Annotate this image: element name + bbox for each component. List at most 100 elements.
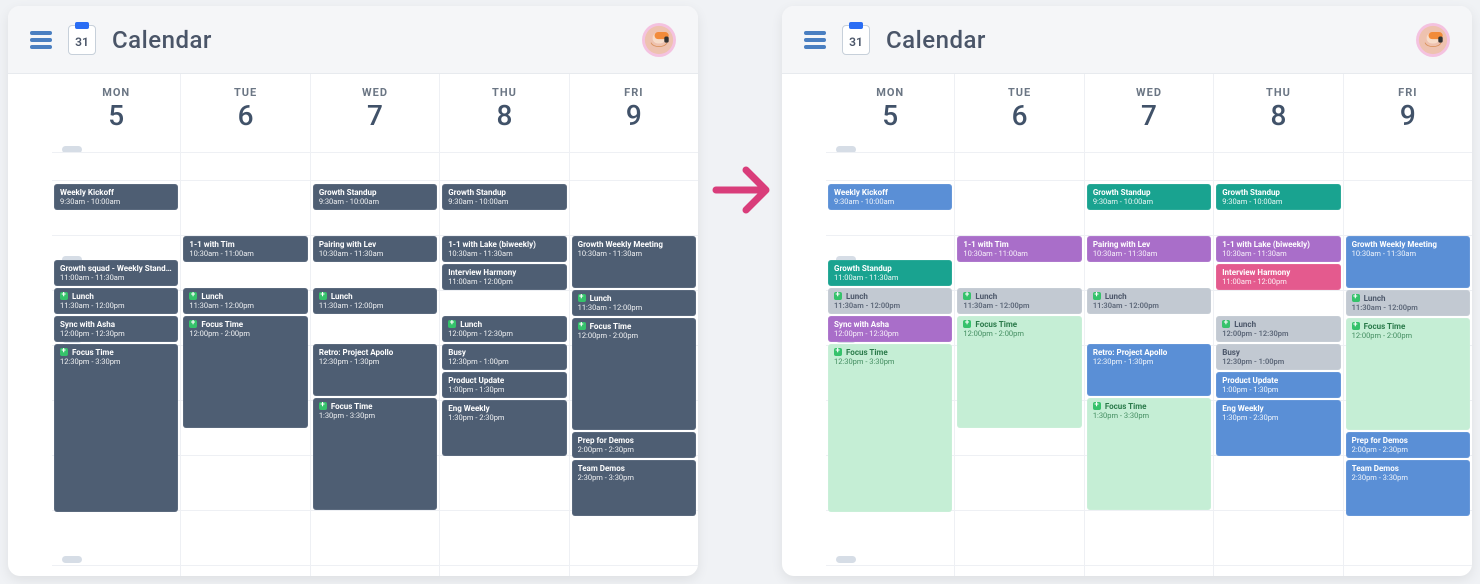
calendar-event[interactable]: 1-1 with Tim10:30am - 11:00am	[957, 236, 1081, 262]
event-title: Weekly Kickoff	[60, 188, 172, 198]
day-column[interactable]: 1-1 with Tim10:30am - 11:00am Lunch11:30a…	[955, 142, 1084, 576]
status-dot-icon	[189, 320, 197, 328]
calendar-event[interactable]: Lunch11:30am - 12:00pm	[1346, 290, 1470, 316]
calendar-event[interactable]: Lunch11:30am - 12:00pm	[54, 288, 178, 314]
calendar-event[interactable]: Growth Standup9:30am - 10:00am	[313, 184, 437, 210]
calendar-event[interactable]: Lunch11:30am - 12:00pm	[572, 290, 696, 316]
calendar-event[interactable]: Sync with Asha12:00pm - 12:30pm	[828, 316, 952, 342]
calendar-event[interactable]: Team Demos2:30pm - 3:30pm	[572, 460, 696, 516]
calendar-event[interactable]: Lunch12:00pm - 12:30pm	[1216, 316, 1340, 342]
calendar-icon[interactable]: 31	[842, 25, 870, 55]
calendar-event[interactable]: Prep for Demos2:00pm - 2:30pm	[1346, 432, 1470, 458]
day-column[interactable]: 1-1 with Tim10:30am - 11:00am Lunch11:30a…	[181, 142, 310, 576]
menu-icon[interactable]	[804, 29, 826, 51]
event-time: 10:30am - 11:30am	[448, 249, 560, 258]
calendar-event[interactable]: Lunch12:00pm - 12:30pm	[442, 316, 566, 342]
day-column[interactable]: Growth Weekly Meeting10:30am - 11:30amLu…	[570, 142, 698, 576]
day-header: TUE6	[181, 74, 310, 142]
calendar-event[interactable]: Interview Harmony11:00am - 12:00pm	[1216, 264, 1340, 290]
event-time: 11:30am - 12:00pm	[1352, 303, 1464, 312]
calendar-event[interactable]: Busy12:30pm - 1:00pm	[1216, 344, 1340, 370]
calendar-event[interactable]: Focus Time12:00pm - 2:00pm	[572, 318, 696, 430]
calendar-event[interactable]: Growth Standup9:30am - 10:00am	[1216, 184, 1340, 210]
calendar-event[interactable]: Team Demos2:30pm - 3:30pm	[1346, 460, 1470, 516]
calendar-event[interactable]: Retro: Project Apollo12:30pm - 1:30pm	[1087, 344, 1211, 396]
calendar-event[interactable]: Focus Time1:30pm - 3:30pm	[1087, 398, 1211, 510]
calendar-event[interactable]: 1-1 with Lake (biweekly)10:30am - 11:30a…	[1216, 236, 1340, 262]
calendar-event[interactable]: Lunch11:30am - 12:00pm	[957, 288, 1081, 314]
status-dot-icon	[578, 322, 586, 330]
day-column[interactable]: Weekly Kickoff9:30am - 10:00am Growth Sta…	[826, 142, 955, 576]
calendar-event[interactable]: Growth Weekly Meeting10:30am - 11:30am	[572, 236, 696, 288]
day-of-week: THU	[440, 86, 568, 99]
event-time: 12:30pm - 1:00pm	[1222, 357, 1334, 366]
calendar-event[interactable]: Retro: Project Apollo12:30pm - 1:30pm	[313, 344, 437, 396]
day-headers: MON5TUE6WED7THU8FRI9	[52, 74, 698, 142]
avatar[interactable]	[642, 23, 676, 57]
calendar-event[interactable]: Pairing with Lev10:30am - 11:30am	[313, 236, 437, 262]
day-of-week: MON	[826, 86, 954, 99]
calendar-event[interactable]: Focus Time1:30pm - 3:30pm	[313, 398, 437, 510]
event-title: Lunch	[189, 292, 301, 302]
calendar-event[interactable]: Busy12:30pm - 1:00pm	[442, 344, 566, 370]
calendar-event[interactable]: Focus Time12:00pm - 2:00pm	[1346, 318, 1470, 430]
event-title: Pairing with Lev	[1093, 240, 1205, 250]
status-dot-icon	[448, 320, 456, 328]
calendar-event[interactable]: Growth squad - Weekly Standup11:00am - 1…	[54, 260, 178, 286]
calendar-event[interactable]: Focus Time12:30pm - 3:30pm	[828, 344, 952, 512]
event-time: 11:30am - 12:00pm	[578, 303, 690, 312]
event-title: 1-1 with Tim	[189, 240, 301, 250]
day-header: MON5	[826, 74, 955, 142]
calendar-icon[interactable]: 31	[68, 25, 96, 55]
calendar-event[interactable]: Pairing with Lev10:30am - 11:30am	[1087, 236, 1211, 262]
day-column[interactable]: Growth Standup9:30am - 10:00am 1-1 with L…	[1214, 142, 1343, 576]
calendar-event[interactable]: Focus Time12:00pm - 2:00pm	[957, 316, 1081, 428]
event-title: Lunch	[319, 292, 431, 302]
event-time: 10:30am - 11:30am	[1093, 249, 1205, 258]
calendar-grid: MON5TUE6WED7THU8FRI9 Weekly Kickoff9:30a…	[782, 74, 1472, 576]
calendar-event[interactable]: Product Update1:00pm - 1:30pm	[442, 372, 566, 398]
avatar[interactable]	[1416, 23, 1450, 57]
calendar-event[interactable]: Lunch11:30am - 12:00pm	[313, 288, 437, 314]
calendar-event[interactable]: Interview Harmony11:00am - 12:00pm	[442, 264, 566, 290]
status-dot-icon	[578, 294, 586, 302]
event-title: Focus Time	[834, 348, 946, 358]
event-title: Product Update	[448, 376, 560, 386]
event-time: 10:30am - 11:00am	[963, 249, 1075, 258]
event-time: 1:30pm - 2:30pm	[448, 413, 560, 422]
day-header: THU8	[1214, 74, 1343, 142]
calendar-event[interactable]: Product Update1:00pm - 1:30pm	[1216, 372, 1340, 398]
calendar-event[interactable]: Focus Time12:30pm - 3:30pm	[54, 344, 178, 512]
day-column[interactable]: Growth Standup9:30am - 10:00am Pairing wi…	[311, 142, 440, 576]
calendar-event[interactable]: Eng Weekly1:30pm - 2:30pm	[1216, 400, 1340, 456]
day-column[interactable]: Growth Standup9:30am - 10:00am 1-1 with L…	[440, 142, 569, 576]
calendar-event[interactable]: Weekly Kickoff9:30am - 10:00am	[54, 184, 178, 210]
day-column[interactable]: Weekly Kickoff9:30am - 10:00am Growth squ…	[52, 142, 181, 576]
calendar-icon-day: 31	[69, 35, 95, 49]
calendar-event[interactable]: Sync with Asha12:00pm - 12:30pm	[54, 316, 178, 342]
event-time: 2:00pm - 2:30pm	[1352, 445, 1464, 454]
event-time: 11:00am - 11:30am	[60, 273, 172, 282]
event-time: 12:00pm - 2:00pm	[1352, 331, 1464, 340]
event-title: Growth Standup	[1093, 188, 1205, 198]
day-number: 5	[52, 101, 180, 132]
calendar-event[interactable]: Growth Standup9:30am - 10:00am	[442, 184, 566, 210]
day-column[interactable]: Growth Weekly Meeting10:30am - 11:30amLu…	[1344, 142, 1472, 576]
calendar-event[interactable]: Growth Standup11:00am - 11:30am	[828, 260, 952, 286]
time-grid: Weekly Kickoff9:30am - 10:00am Growth Sta…	[826, 142, 1472, 576]
calendar-event[interactable]: Lunch11:30am - 12:00pm	[1087, 288, 1211, 314]
calendar-event[interactable]: Growth Weekly Meeting10:30am - 11:30am	[1346, 236, 1470, 288]
calendar-event[interactable]: Prep for Demos2:00pm - 2:30pm	[572, 432, 696, 458]
calendar-event[interactable]: 1-1 with Tim10:30am - 11:00am	[183, 236, 307, 262]
calendar-event[interactable]: Eng Weekly1:30pm - 2:30pm	[442, 400, 566, 456]
event-time: 12:00pm - 2:00pm	[189, 329, 301, 338]
event-time: 11:30am - 12:00pm	[60, 301, 172, 310]
menu-icon[interactable]	[30, 29, 52, 51]
day-column[interactable]: Growth Standup9:30am - 10:00am Pairing wi…	[1085, 142, 1214, 576]
calendar-event[interactable]: 1-1 with Lake (biweekly)10:30am - 11:30a…	[442, 236, 566, 262]
calendar-event[interactable]: Focus Time12:00pm - 2:00pm	[183, 316, 307, 428]
calendar-event[interactable]: Lunch11:30am - 12:00pm	[828, 288, 952, 314]
calendar-event[interactable]: Lunch11:30am - 12:00pm	[183, 288, 307, 314]
calendar-event[interactable]: Growth Standup9:30am - 10:00am	[1087, 184, 1211, 210]
calendar-event[interactable]: Weekly Kickoff9:30am - 10:00am	[828, 184, 952, 210]
